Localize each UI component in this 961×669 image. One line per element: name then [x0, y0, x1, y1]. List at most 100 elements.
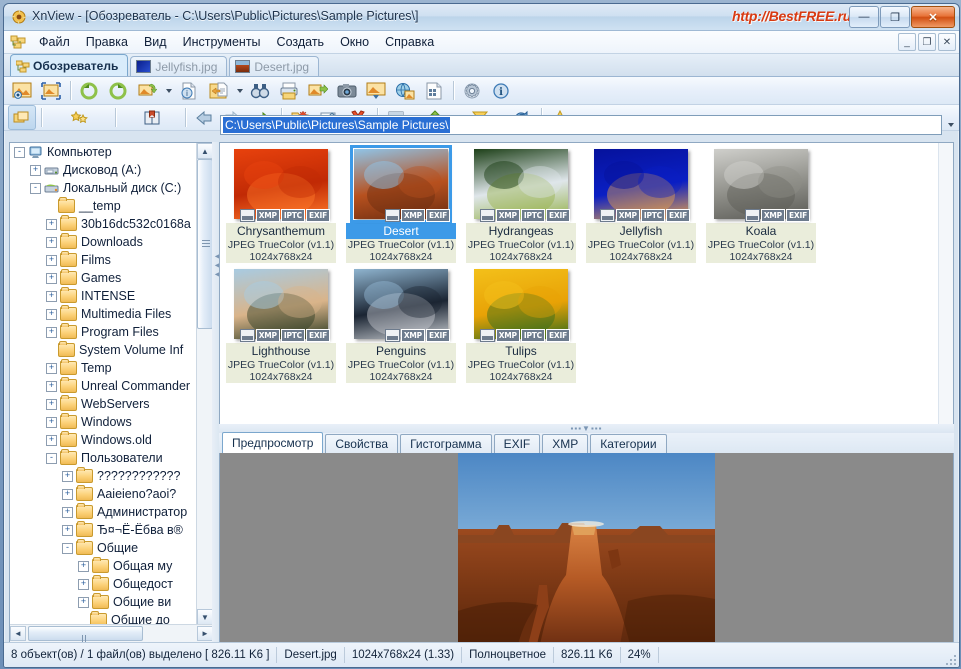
contact-sheet-button[interactable] [420, 78, 448, 103]
menu-item-window[interactable]: Окно [332, 32, 377, 52]
capture-button[interactable] [333, 78, 361, 103]
about-button[interactable]: i [487, 78, 515, 103]
tree-expand-icon[interactable]: + [46, 380, 57, 392]
tree-expand-icon[interactable]: + [30, 164, 41, 176]
tree-expand-icon[interactable]: + [46, 434, 57, 446]
thumbnail-image[interactable]: XMP IPTC EXIF [594, 149, 690, 222]
tree-item[interactable]: + INTENSE [10, 287, 197, 305]
menu-item-help[interactable]: Справка [377, 32, 442, 52]
tree-item[interactable]: + Aaieieno?aoi? [10, 485, 197, 503]
browser-vertical-scrollbar[interactable] [938, 143, 953, 424]
rotate-left-button[interactable] [75, 78, 103, 103]
tree-item[interactable]: - Локальный диск (C:) [10, 179, 197, 197]
convert-button[interactable] [133, 78, 161, 103]
thumbnail-item[interactable]: XMP EXIF Penguins JPEG TrueColor (v1.1) 1024… [346, 269, 456, 383]
tree-collapse-icon[interactable]: - [62, 542, 73, 554]
tree-item[interactable]: + Temp [10, 359, 197, 377]
menu-item-tools[interactable]: Инструменты [175, 32, 269, 52]
horizontal-splitter[interactable]: ▪▪▪▼▪▪▪ [219, 424, 954, 433]
vertical-splitter[interactable]: ◄ ◄ ◄ [212, 142, 222, 643]
tree-collapse-icon[interactable]: - [14, 146, 25, 158]
thumbnail-image[interactable]: XMP EXIF [714, 149, 810, 222]
tree-hscroll-thumb[interactable] [28, 626, 143, 642]
menu-item-file[interactable]: Файл [31, 32, 78, 52]
tree-item[interactable]: +???????????? [10, 467, 197, 485]
thumbnail-grid[interactable]: XMP IPTC EXIF Chrysanthemum JPEG TrueColor (… [220, 143, 939, 424]
tree-expand-icon[interactable]: + [46, 272, 57, 284]
print-button[interactable] [275, 78, 303, 103]
tree-scroll-thumb[interactable] [197, 159, 213, 329]
slideshow-button[interactable] [362, 78, 390, 103]
rotate-right-button[interactable] [104, 78, 132, 103]
tree-item[interactable]: + Games [10, 269, 197, 287]
tree-item[interactable]: + Ђ¤¬Ё-Ёбва в® [10, 521, 197, 539]
bottom-tab-xmp[interactable]: XMP [542, 434, 589, 453]
tree-expand-icon[interactable]: + [46, 290, 57, 302]
tree-expand-icon[interactable]: + [62, 470, 73, 482]
tree-item[interactable]: - Компьютер [10, 143, 197, 161]
browser-view-button[interactable] [8, 105, 36, 130]
tree-item[interactable]: - Общие [10, 539, 197, 557]
tree-item[interactable]: + Downloads [10, 233, 197, 251]
thumbnail-item[interactable]: XMP IPTC EXIF Tulips JPEG TrueColor (v1.1) 10… [466, 269, 576, 383]
tree-item[interactable]: - Пользователи [10, 449, 197, 467]
bottom-tab-предпросмотр[interactable]: Предпросмотр [222, 432, 324, 453]
tree-item[interactable]: + Windows.old [10, 431, 197, 449]
tree-item[interactable]: + Program Files [10, 323, 197, 341]
tree-expand-icon[interactable]: + [46, 416, 57, 428]
batch-convert-button[interactable] [304, 78, 332, 103]
document-info-button[interactable]: i [175, 78, 203, 103]
tree-expand-icon[interactable]: + [46, 398, 57, 410]
export-dropdown[interactable] [233, 79, 246, 102]
thumbnail-image[interactable]: XMP IPTC EXIF [474, 149, 570, 222]
tree-expand-icon[interactable]: + [46, 218, 57, 230]
catalog-button[interactable] [138, 105, 166, 130]
tree-expand-icon[interactable]: + [46, 254, 57, 266]
fit-window-button[interactable] [37, 78, 65, 103]
tree-expand-icon[interactable]: + [46, 308, 57, 320]
tree-expand-icon[interactable]: + [46, 236, 57, 248]
export-button[interactable] [204, 78, 232, 103]
bottom-tab-категории[interactable]: Категории [590, 434, 667, 453]
thumbnail-item[interactable]: XMP EXIF Koala JPEG TrueColor (v1.1) 1024x76… [706, 149, 816, 263]
tree-item[interactable]: + Дисковод (A:) [10, 161, 197, 179]
tree-expand-icon[interactable]: + [62, 524, 73, 536]
tree-expand-icon[interactable]: + [78, 596, 89, 608]
tab-jellyfish[interactable]: Jellyfish.jpg [130, 56, 228, 76]
tree-item[interactable]: System Volume Inf [10, 341, 197, 359]
tree-item[interactable]: + Unreal Commander [10, 377, 197, 395]
minimize-button[interactable]: — [849, 6, 879, 28]
tab-desert[interactable]: Desert.jpg [229, 56, 320, 76]
mdi-minimize-button[interactable]: _ [898, 33, 916, 51]
tree-expand-icon[interactable]: + [62, 488, 73, 500]
tree-expand-icon[interactable]: + [78, 578, 89, 590]
tree-item[interactable]: + Общедост [10, 575, 197, 593]
close-button[interactable]: ✕ [911, 6, 955, 28]
tree-item[interactable]: + Общая му [10, 557, 197, 575]
mdi-close-button[interactable]: ✕ [938, 33, 956, 51]
tree-scroll-up-button[interactable]: ▲ [197, 143, 213, 159]
thumbnail-item[interactable]: XMP EXIF Desert JPEG TrueColor (v1.1) 1024x7… [346, 145, 456, 263]
thumbnail-item[interactable]: XMP IPTC EXIF Lighthouse JPEG TrueColor (v1.… [226, 269, 336, 383]
bottom-tab-bar[interactable]: Предпросмотр Свойства Гистограмма EXIF XMP Ка… [219, 432, 954, 454]
bottom-tab-свойства[interactable]: Свойства [325, 434, 399, 453]
find-button[interactable] [246, 78, 274, 103]
tree-expand-icon[interactable]: + [78, 560, 89, 572]
resize-grip-icon[interactable] [944, 653, 956, 665]
tree-scroll-right-button[interactable]: ► [197, 626, 213, 641]
back-button[interactable] [190, 105, 218, 130]
menu-item-view[interactable]: Вид [136, 32, 175, 52]
tree-expand-icon[interactable]: + [46, 362, 57, 374]
tree-item[interactable]: + Films [10, 251, 197, 269]
folder-tree[interactable]: - Компьютер + Дисковод (A:) - Локальный диск … [10, 143, 197, 625]
thumbnail-image[interactable]: XMP EXIF [354, 269, 450, 342]
web-page-button[interactable] [391, 78, 419, 103]
favorites-button[interactable] [66, 105, 94, 130]
thumbnail-item[interactable]: XMP IPTC EXIF Chrysanthemum JPEG TrueColor (… [226, 149, 336, 263]
tree-vertical-scrollbar[interactable]: ▲ ▼ [196, 143, 213, 625]
thumbnail-image[interactable]: XMP IPTC EXIF [234, 149, 330, 222]
tree-item[interactable]: Общие до [10, 611, 197, 625]
tree-item[interactable]: + Общие ви [10, 593, 197, 611]
bottom-tab-гистограмма[interactable]: Гистограмма [400, 434, 492, 453]
tree-horizontal-scrollbar[interactable]: ◄ ► [10, 624, 213, 642]
